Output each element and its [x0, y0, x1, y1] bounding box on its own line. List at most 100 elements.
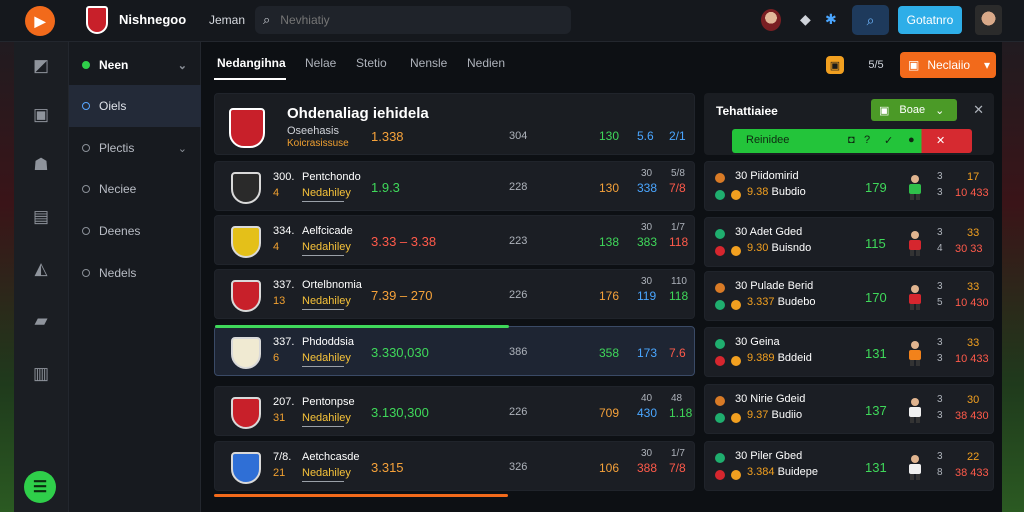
sidebar-item-active[interactable]: Oiels: [69, 85, 201, 127]
match-header-value-2[interactable]: 5.6: [637, 129, 654, 143]
match-value-3[interactable]: 7.6: [669, 346, 686, 360]
match-odds[interactable]: 7.39 – 270: [371, 288, 432, 303]
bet-summary-label: Reinidee: [746, 134, 790, 146]
match-row[interactable]: 337. Phdoddsia 6 Nedahiley 3.330,030 386 358 17…: [214, 325, 695, 376]
match-header-value-1[interactable]: 130: [599, 129, 619, 143]
league-underline: [302, 309, 344, 310]
calendar-icon[interactable]: ▤: [28, 204, 54, 230]
account-avatar[interactable]: [761, 9, 781, 31]
team-name: Aetchcasde: [302, 451, 360, 463]
remove-icon[interactable]: ✕: [936, 134, 945, 147]
status-dot-icon: [82, 102, 90, 110]
help-icon[interactable]: ?: [864, 134, 870, 146]
bet-small-2: 3: [937, 410, 943, 421]
match-odds[interactable]: 1.9.3: [371, 180, 400, 195]
match-value-3[interactable]: 118: [669, 289, 688, 303]
bet-slip-dropdown[interactable]: ▣ Boae ⌄: [871, 99, 957, 121]
match-row[interactable]: 7/8. Aetchcasde 21 Nedahiley 3.315 326 30 1/7 10…: [214, 441, 695, 491]
user-avatar[interactable]: [975, 5, 1002, 35]
match-row[interactable]: 337. Ortelbnomia 13 Nedahiley 7.39 – 270 226 3…: [214, 269, 695, 319]
cta-button[interactable]: Gotatnro: [898, 6, 962, 34]
sidebar-item[interactable]: Deenes: [69, 210, 201, 252]
sidebar-item[interactable]: Plectis ⌄: [69, 127, 201, 169]
match-header-card[interactable]: Ohdenaliag iehidela Oseehasis Koicrasiss…: [214, 93, 695, 155]
settings-icon[interactable]: ✱: [825, 11, 837, 28]
bet-return-1: 33: [967, 281, 980, 293]
match-value-3[interactable]: 7/8: [669, 461, 686, 475]
match-value-3[interactable]: 1.18: [669, 406, 692, 420]
match-value-2[interactable]: 119: [637, 289, 656, 303]
tool-count[interactable]: 5/5: [864, 56, 888, 74]
notification-icon[interactable]: ◆: [800, 11, 811, 28]
coupon-icon[interactable]: ▣: [826, 56, 844, 74]
status-dot-icon: [82, 185, 90, 193]
bet-odds[interactable]: 131: [865, 460, 887, 475]
tab[interactable]: Nedien: [467, 56, 505, 70]
sidebar-item-header[interactable]: Neen ⌄: [69, 44, 201, 86]
bet-odds[interactable]: 115: [865, 236, 886, 251]
match-value-1[interactable]: 106: [599, 461, 619, 475]
sidebar-item[interactable]: Nedels: [69, 252, 201, 294]
users-icon[interactable]: ☗: [28, 152, 54, 178]
brand-logo-icon[interactable]: ▶: [25, 6, 55, 36]
alert-icon[interactable]: ●: [908, 134, 915, 146]
bet-return-2: 38 430: [955, 410, 989, 422]
match-value-2[interactable]: 338: [637, 181, 657, 195]
match-value-3[interactable]: 118: [669, 235, 688, 249]
bet-row[interactable]: 30 Pulade Berid 3.337 Budebo 170 3 5 33 10 430: [704, 271, 994, 321]
bet-row[interactable]: 30 Geina 9.389 Bddeid 131 3 3 33 10 433: [704, 327, 994, 377]
match-value-1[interactable]: 176: [599, 289, 619, 303]
match-odds[interactable]: 3.330,030: [371, 345, 429, 360]
match-row[interactable]: 334. Aelfcicade 4 Nedahiley 3.33 – 3.38 223 30…: [214, 215, 695, 265]
match-value-2[interactable]: 383: [637, 235, 657, 249]
match-value-1[interactable]: 358: [599, 346, 619, 360]
bet-odds[interactable]: 179: [865, 180, 887, 195]
match-number: 337.: [273, 279, 295, 291]
match-odds[interactable]: 3.315: [371, 460, 404, 475]
chat-icon[interactable]: ◘: [848, 134, 855, 146]
dropdown-label: Boae: [899, 104, 926, 116]
search-box[interactable]: ⌕: [255, 6, 571, 34]
match-value-3[interactable]: 7/8: [669, 181, 686, 195]
match-value-2[interactable]: 388: [637, 461, 657, 475]
tag-icon[interactable]: ◭: [28, 256, 54, 282]
bet-row[interactable]: 30 Nirie Gdeid 9.37 Budiio 137 3 3 30 38 430: [704, 384, 994, 434]
bet-row[interactable]: 30 Piler Gbed 3.384 Buidepe 131 3 8 22 38 433: [704, 441, 994, 491]
match-row[interactable]: 300. Pentchondo 4 Nedahiley 1.9.3 228 30 5/8 130…: [214, 161, 695, 211]
bet-name: 30 Nirie Gdeid: [735, 393, 806, 405]
bet-summary-bar[interactable]: Reinidee ◘ ? ✓ ● ✕: [732, 129, 972, 153]
search-button[interactable]: ⌕: [852, 5, 889, 35]
bet-row[interactable]: 30 Adet Gded 9.30 Buisndo 115 3 4 33 30 33: [704, 217, 994, 267]
match-row[interactable]: 207. Pentonpse 31 Nedahiley 3.130,300 226 40 48…: [214, 386, 695, 436]
match-value-1[interactable]: 138: [599, 235, 619, 249]
search-input[interactable]: [280, 13, 541, 27]
tab[interactable]: Nelae: [305, 56, 336, 70]
chart-icon[interactable]: ◩: [28, 53, 54, 79]
match-value-1[interactable]: 709: [599, 406, 619, 420]
bet-odds[interactable]: 131: [865, 346, 887, 361]
match-odds[interactable]: 3.33 – 3.38: [371, 234, 436, 249]
match-value-2[interactable]: 173: [637, 346, 657, 360]
match-value-1[interactable]: 130: [599, 181, 619, 195]
close-icon[interactable]: ✕: [973, 102, 984, 118]
bet-row[interactable]: 30 Piidomirid 9.38 Bubdio 179 3 3 17 10 433: [704, 161, 994, 211]
bet-slip-title: Tehattiaiee: [716, 104, 778, 118]
bet-odds[interactable]: 137: [865, 403, 887, 418]
match-value-2[interactable]: 430: [637, 406, 657, 420]
match-header-value-3[interactable]: 2/1: [669, 129, 686, 143]
ticket-icon[interactable]: ▣: [28, 102, 54, 128]
check-icon[interactable]: ✓: [884, 134, 893, 147]
top-nav-link[interactable]: Jeman: [209, 13, 245, 27]
status-dot-icon: [82, 227, 90, 235]
bag-icon[interactable]: ▰: [28, 308, 54, 334]
sidebar-item[interactable]: Neciee: [69, 168, 201, 210]
match-odds[interactable]: 3.130,300: [371, 405, 429, 420]
tab[interactable]: Nensle: [410, 56, 447, 70]
filter-dropdown-button[interactable]: ▣ Neclaiio ▾: [900, 52, 996, 78]
document-icon[interactable]: ▥: [28, 361, 54, 387]
tab[interactable]: Stetio: [356, 56, 387, 70]
match-header-odds[interactable]: 1.338: [371, 129, 404, 144]
menu-list-icon[interactable]: ☰: [24, 471, 56, 503]
tab-active[interactable]: Nedangihna: [217, 56, 286, 70]
bet-odds[interactable]: 170: [865, 290, 887, 305]
